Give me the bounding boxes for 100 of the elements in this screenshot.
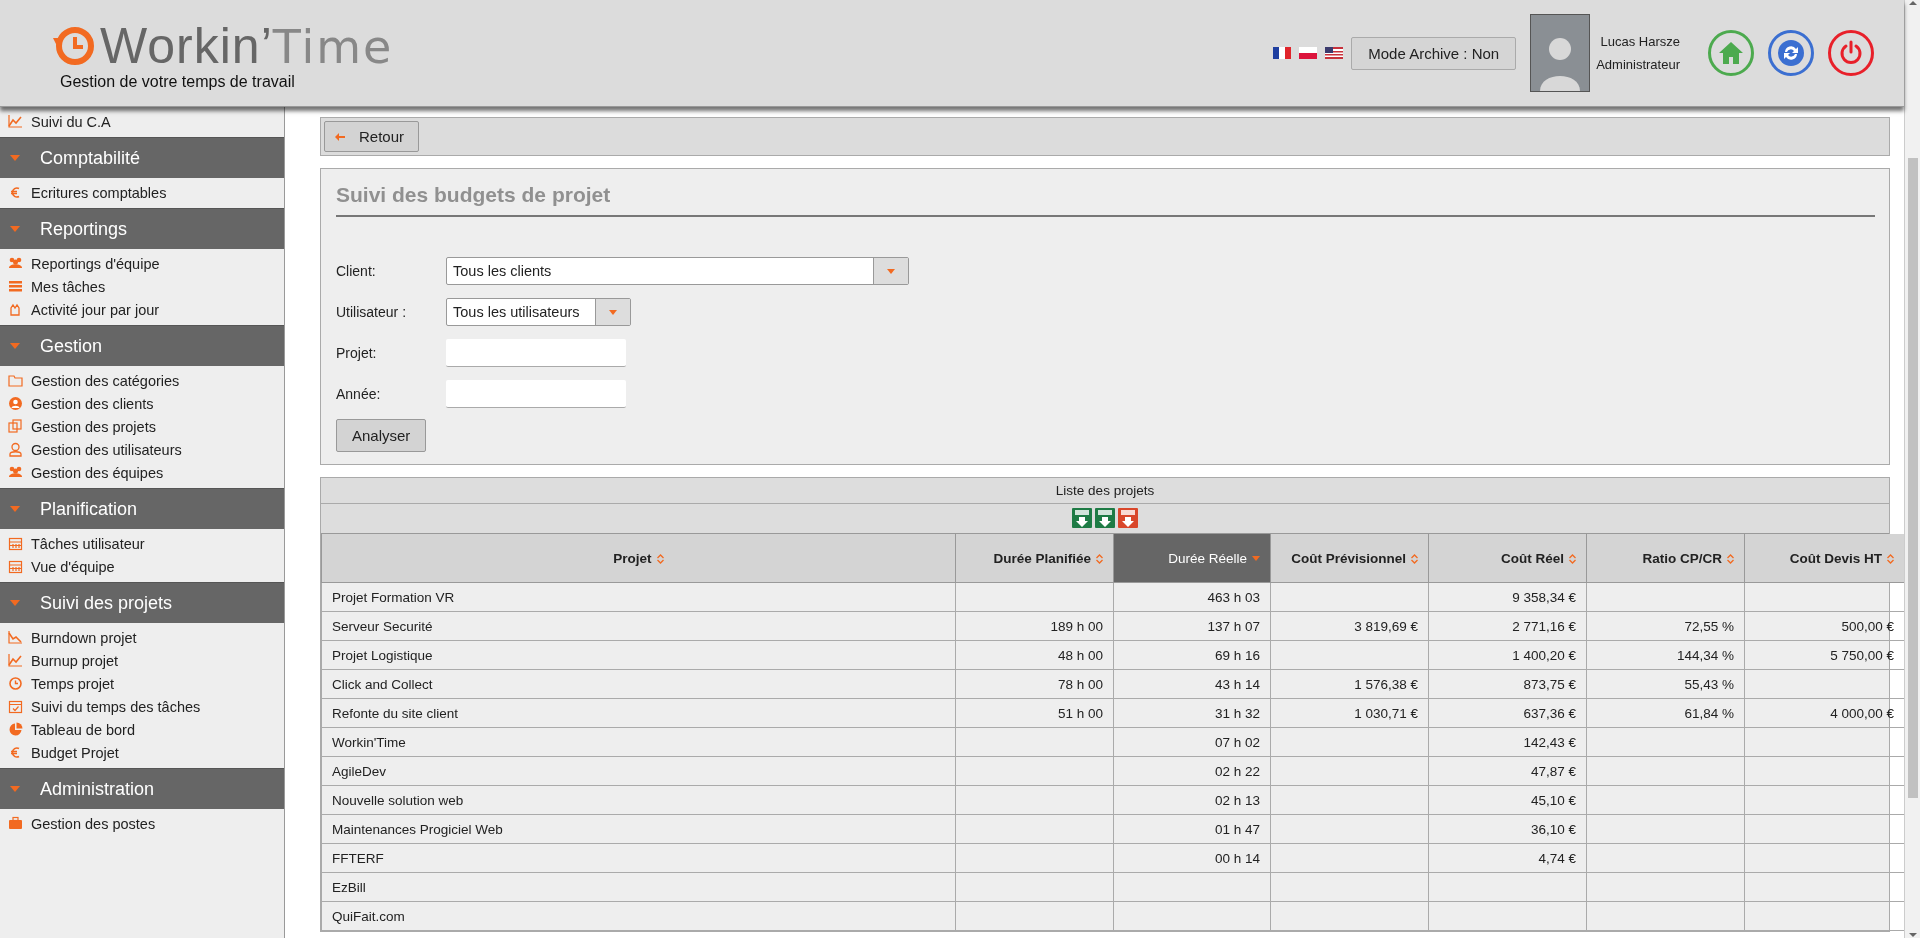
sidebar-item[interactable]: Budget Projet: [0, 741, 284, 764]
column-header[interactable]: Projet: [321, 534, 956, 583]
column-header[interactable]: Coût Prévisionnel: [1270, 534, 1429, 583]
column-header[interactable]: Coût Réel: [1428, 534, 1587, 583]
sidebar-item[interactable]: Vue d'équipe: [0, 555, 284, 578]
sidebar-item[interactable]: Burnup projet: [0, 649, 284, 672]
table-cell: 1 400,20 €: [1512, 647, 1576, 663]
polish-flag-icon[interactable]: [1299, 47, 1318, 59]
sidebar-item[interactable]: Gestion des utilisateurs: [0, 438, 284, 461]
column-header[interactable]: Durée Réelle: [1113, 534, 1271, 583]
refresh-button[interactable]: [1768, 30, 1814, 76]
burndown-chart-icon: [8, 630, 23, 645]
home-icon: [1718, 41, 1744, 65]
table-cell: 43 h 14: [1214, 676, 1260, 692]
column-header[interactable]: Coût Devis HT: [1744, 534, 1904, 583]
table-cell: 61,84 %: [1684, 705, 1734, 721]
table-cell: 72,55 %: [1684, 618, 1734, 634]
sidebar-item[interactable]: Gestion des clients: [0, 392, 284, 415]
sidebar-item[interactable]: Mes tâches: [0, 275, 284, 298]
user-name: Lucas Harsze: [1600, 34, 1680, 49]
table-cell: 51 h 00: [1057, 705, 1103, 721]
sidebar-item[interactable]: Gestion des catégories: [0, 369, 284, 392]
file-download-icon[interactable]: [1072, 508, 1092, 528]
file-download-icon[interactable]: [1095, 508, 1115, 528]
sidebar-section-header[interactable]: Gestion: [0, 325, 284, 366]
power-button[interactable]: [1828, 30, 1874, 76]
table-cell: 2 771,16 €: [1512, 618, 1576, 634]
tagline: Gestion de votre temps de travail: [60, 73, 296, 91]
user-role: Administrateur: [1596, 57, 1680, 72]
sidebar-item[interactable]: Gestion des projets: [0, 415, 284, 438]
scroll-down-icon[interactable]: [1908, 932, 1917, 938]
line-chart-icon: [8, 114, 23, 129]
scroll-up-icon[interactable]: [1908, 0, 1917, 6]
table-cell: 1 030,71 €: [1354, 705, 1418, 721]
sidebar-item[interactable]: Temps projet: [0, 672, 284, 695]
caret-icon: [10, 226, 20, 232]
scrollbar[interactable]: [1904, 0, 1920, 938]
column-header[interactable]: Ratio CP/CR: [1586, 534, 1745, 583]
sidebar-section-header[interactable]: Reportings: [0, 208, 284, 249]
sidebar-section-header[interactable]: Administration: [0, 768, 284, 809]
sort-icon: [1727, 553, 1734, 564]
input-field[interactable]: [446, 339, 626, 367]
sidebar-item[interactable]: Reportings d'équipe: [0, 252, 284, 275]
back-button[interactable]: Retour: [324, 121, 420, 152]
table-cell: Projet Logistique: [332, 647, 433, 663]
table-cell: Workin'Time: [332, 734, 406, 750]
sidebar-item[interactable]: Gestion des équipes: [0, 461, 284, 484]
table-cell: 55,43 %: [1684, 676, 1734, 692]
analyze-button[interactable]: Analyser: [336, 419, 427, 452]
table-cell: EzBill: [332, 879, 366, 895]
table-cell: 1 576,38 €: [1354, 676, 1418, 692]
sidebar-item[interactable]: Ecritures comptables: [0, 181, 284, 204]
table-cell: Nouvelle solution web: [332, 792, 464, 808]
sidebar-item[interactable]: Tableau de bord: [0, 718, 284, 741]
sidebar-item[interactable]: Gestion des postes: [0, 812, 284, 835]
table-cell: Serveur Securité: [332, 618, 433, 634]
arrow-left-icon: [335, 132, 345, 141]
calendar-icon: [8, 559, 23, 574]
line-chart-icon: [8, 653, 23, 668]
table-cell: 00 h 14: [1214, 850, 1260, 866]
table-cell: 3 819,69 €: [1354, 618, 1418, 634]
us-flag-icon[interactable]: [1325, 47, 1344, 59]
table-cell: 5 750,00 €: [1830, 647, 1894, 663]
sidebar-item[interactable]: Suivi du temps des tâches: [0, 695, 284, 718]
logo-text: Workin’Time: [100, 21, 394, 71]
table-cell: 36,10 €: [1530, 821, 1576, 837]
sidebar-section-header[interactable]: Planification: [0, 488, 284, 529]
input-field[interactable]: [446, 380, 626, 408]
table-cell: Refonte du site client: [332, 705, 459, 721]
pie-chart-icon: [8, 722, 23, 737]
calendar-check-icon: [8, 699, 23, 714]
table-cell: Click and Collect: [332, 676, 433, 692]
folder-icon: [8, 373, 23, 388]
sidebar-section-header[interactable]: Suivi des projets: [0, 582, 284, 623]
table-cell: 02 h 22: [1214, 763, 1260, 779]
sidebar-item[interactable]: Burndown projet: [0, 626, 284, 649]
sidebar-section-header[interactable]: Comptabilité: [0, 137, 284, 178]
caret-icon: [10, 786, 20, 792]
french-flag-icon[interactable]: [1273, 47, 1292, 59]
clock-logo-icon: [52, 24, 96, 68]
dropdown[interactable]: Tous les utilisateurs: [446, 298, 631, 326]
panel-title: Suivi des budgets de projet: [336, 179, 1875, 217]
dropdown[interactable]: Tous les clients: [446, 257, 909, 285]
table-cell: 4,74 €: [1538, 850, 1576, 866]
refresh-icon: [1777, 39, 1805, 67]
caret-icon: [10, 155, 20, 161]
table-cell: 189 h 00: [1050, 618, 1103, 634]
table-cell: 9 358,34 €: [1512, 589, 1576, 605]
table-cell: 873,75 €: [1523, 676, 1576, 692]
caret-icon: [10, 343, 20, 349]
table-cell: 45,10 €: [1530, 792, 1576, 808]
sidebar-item[interactable]: Tâches utilisateur: [0, 532, 284, 555]
archive-mode-button[interactable]: Mode Archive : Non: [1351, 36, 1517, 70]
table-cell: 69 h 16: [1214, 647, 1260, 663]
file-download-icon[interactable]: [1118, 508, 1138, 528]
table-cell: 463 h 03: [1207, 589, 1260, 605]
sidebar-item[interactable]: Activité jour par jour: [0, 298, 284, 321]
copy-icon: [8, 419, 23, 434]
sidebar-item[interactable]: Suivi du C.A: [0, 110, 284, 133]
column-header[interactable]: Durée Planifiée: [955, 534, 1114, 583]
